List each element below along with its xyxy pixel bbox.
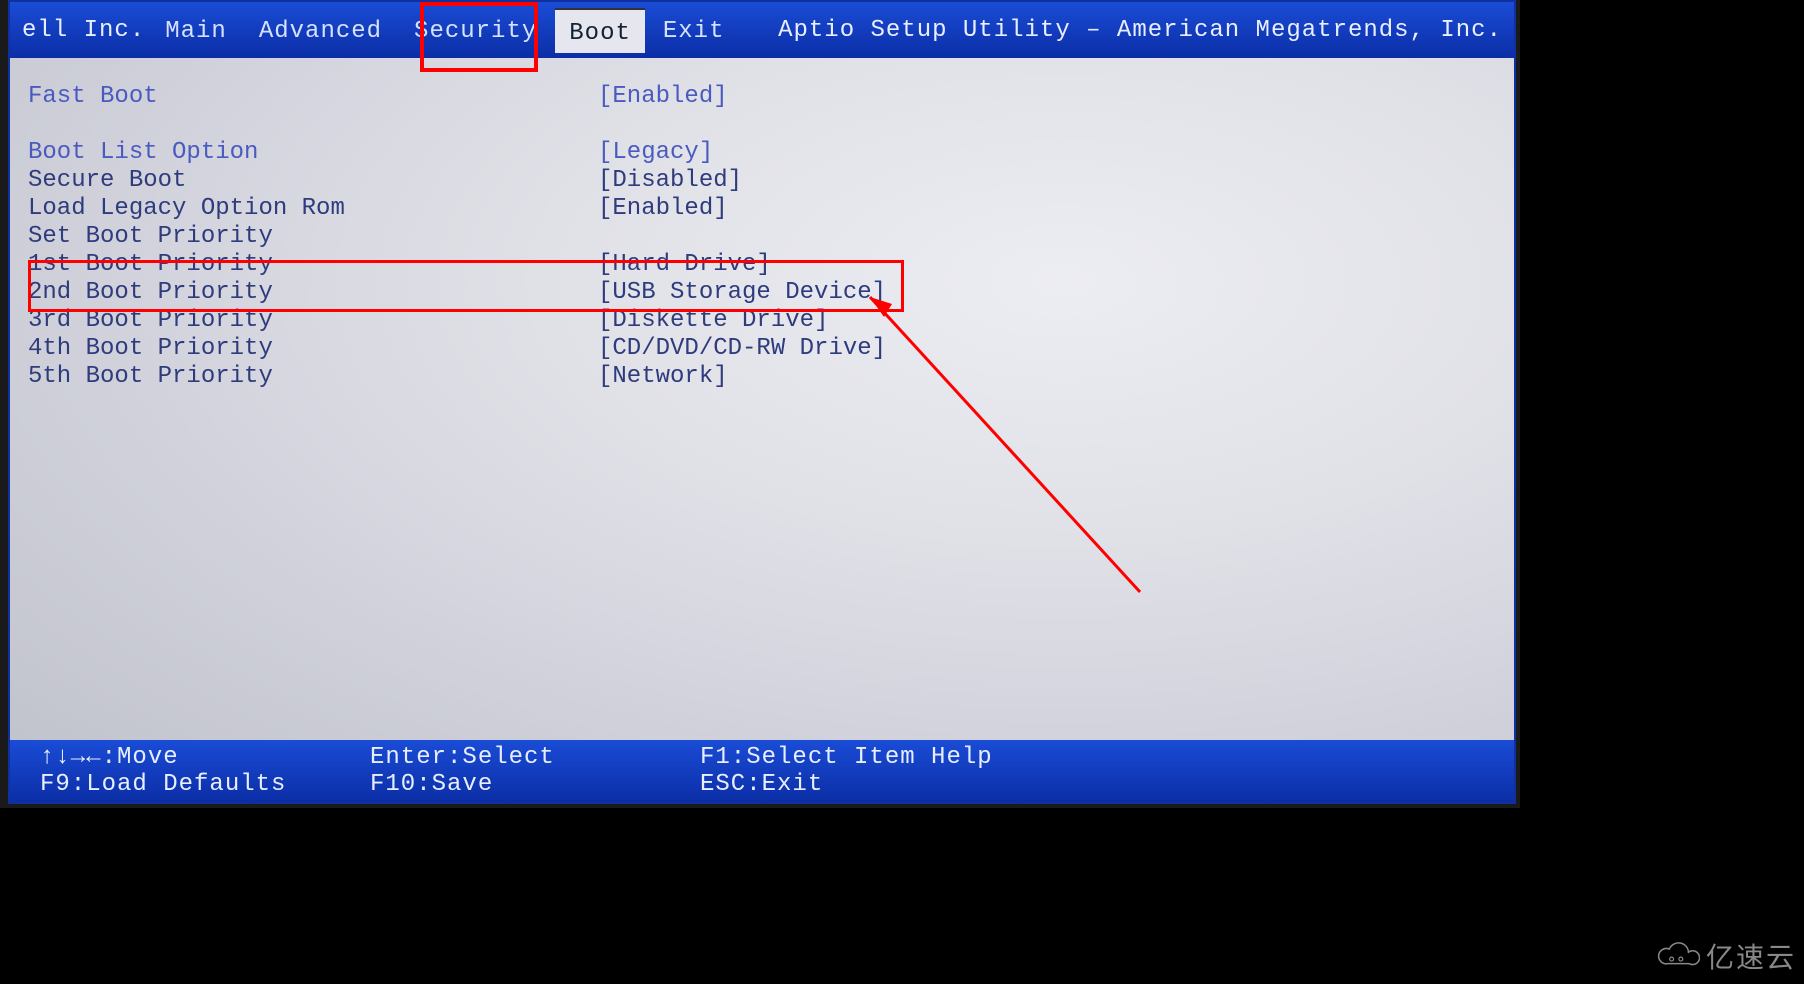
setting-2nd-boot-priority[interactable]: 2nd Boot Priority [USB Storage Device] [28,278,1496,306]
footer-row-2: F9:Load Defaults F10:Save ESC:Exit [40,771,1484,798]
bios-header: ell Inc. Main Advanced Security Boot Exi… [10,2,1514,58]
menu-tabs: Main Advanced Security Boot Exit [151,8,738,53]
footer-row-1: ↑↓→←:Move Enter:Select F1:Select Item He… [40,744,1484,771]
setting-4th-boot-priority[interactable]: 4th Boot Priority [CD/DVD/CD-RW Drive] [28,334,1496,362]
watermark-text: 亿速云 [1706,936,1796,976]
hint-move: ↑↓→←:Move [40,744,370,771]
cloud-icon [1654,939,1700,973]
setting-1st-boot-priority[interactable]: 1st Boot Priority [Hard Drive] [28,250,1496,278]
settings-panel: Fast Boot [Enabled] Boot List Option [Le… [28,82,1496,390]
setting-value: [Enabled] [598,83,728,110]
setting-value: [Hard Drive] [598,251,771,278]
hint-select: Enter:Select [370,744,700,771]
setting-5th-boot-priority[interactable]: 5th Boot Priority [Network] [28,362,1496,390]
setting-label: Set Boot Priority [28,223,598,250]
setting-secure-boot[interactable]: Secure Boot [Disabled] [28,166,1496,194]
setting-value: [Legacy] [598,139,713,166]
setting-set-boot-priority[interactable]: Set Boot Priority [28,222,1496,250]
setting-value: [Network] [598,363,728,390]
setting-value: [Diskette Drive] [598,307,828,334]
tab-exit[interactable]: Exit [649,8,739,53]
setting-label: 1st Boot Priority [28,251,598,278]
setting-boot-list-option[interactable]: Boot List Option [Legacy] [28,138,1496,166]
tab-advanced[interactable]: Advanced [245,8,396,53]
bios-footer: ↑↓→←:Move Enter:Select F1:Select Item He… [10,740,1514,802]
setting-load-legacy-option-rom[interactable]: Load Legacy Option Rom [Enabled] [28,194,1496,222]
hint-defaults: F9:Load Defaults [40,771,370,798]
setting-label: 4th Boot Priority [28,335,598,362]
screen-frame: ell Inc. Main Advanced Security Boot Exi… [0,0,1520,808]
watermark: 亿速云 [1654,936,1796,976]
vendor-label: ell Inc. [22,17,145,44]
setting-label: 5th Boot Priority [28,363,598,390]
setting-fast-boot[interactable]: Fast Boot [Enabled] [28,82,1496,110]
blank-row [28,110,1496,138]
bios-screen: ell Inc. Main Advanced Security Boot Exi… [8,0,1516,804]
setting-label: 2nd Boot Priority [28,279,598,306]
setting-label: Boot List Option [28,139,598,166]
setting-label: 3rd Boot Priority [28,307,598,334]
setting-value: [Disabled] [598,167,742,194]
tab-boot[interactable]: Boot [555,8,645,53]
hint-exit: ESC:Exit [700,771,1030,798]
tab-security[interactable]: Security [400,8,551,53]
setting-value: [CD/DVD/CD-RW Drive] [598,335,886,362]
tab-main[interactable]: Main [151,8,241,53]
hint-save: F10:Save [370,771,700,798]
setting-label: Load Legacy Option Rom [28,195,598,222]
setting-label: Fast Boot [28,83,598,110]
setting-3rd-boot-priority[interactable]: 3rd Boot Priority [Diskette Drive] [28,306,1496,334]
setting-label: Secure Boot [28,167,598,194]
hint-help: F1:Select Item Help [700,744,1030,771]
setting-value: [Enabled] [598,195,728,222]
utility-title: Aptio Setup Utility – American Megatrend… [778,17,1502,44]
setting-value: [USB Storage Device] [598,279,886,306]
